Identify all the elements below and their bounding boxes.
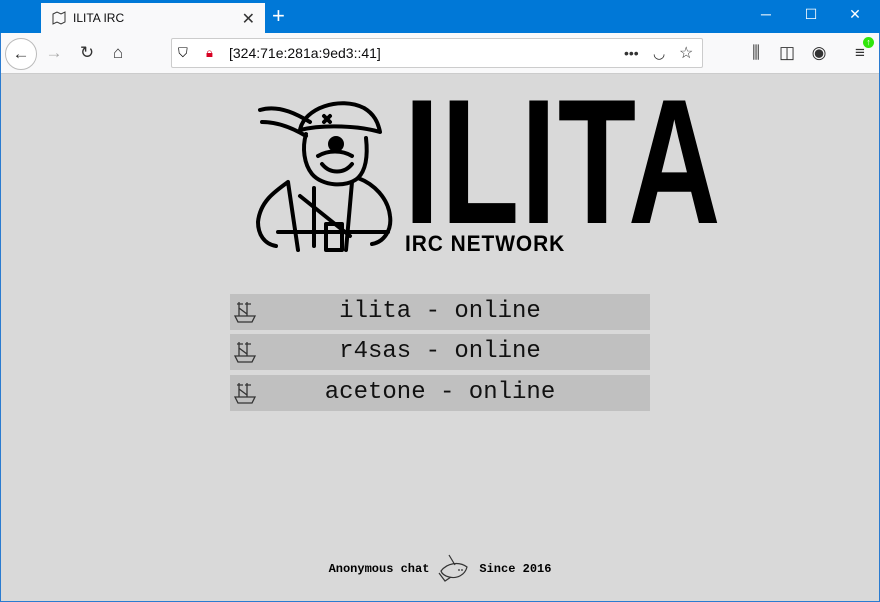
ship-icon [233,300,257,337]
shield-icon[interactable]: ⛉ [178,45,188,61]
server-link-ilita[interactable]: ilita - online [230,294,650,330]
footer-right-text: Since 2016 [479,562,552,576]
shark-icon [438,554,469,582]
server-label[interactable]: acetone - online [325,379,555,406]
server-link-acetone[interactable]: acetone - online [230,375,650,411]
menu-icon[interactable]: ≡ ↑ [848,37,874,65]
url-text[interactable]: [324:71e:281a:9ed3::41] [229,45,381,61]
browser-tab[interactable]: ILITA IRC ✕ [41,3,265,33]
server-label[interactable]: r4sas - online [339,338,541,365]
back-button[interactable]: ← [5,38,37,70]
sidebar-icon[interactable]: ◫ [775,41,799,65]
forward-button[interactable]: → [42,41,66,65]
account-icon[interactable]: ◉ [807,41,831,65]
close-tab-icon[interactable]: ✕ [242,9,255,29]
close-window-button[interactable]: ✕ [840,6,870,23]
bookmark-star-icon[interactable]: ☆ [679,43,693,63]
insecure-lock-icon[interactable]: 🔒︎ [206,45,213,61]
home-button[interactable]: ⌂ [106,41,130,65]
title-bar: ILITA IRC ✕ + ─ ☐ ✕ [0,0,880,33]
server-label[interactable]: ilita - online [339,298,541,325]
logo-subtitle: IRC NETWORK [405,231,566,256]
reload-button[interactable]: ↻ [75,41,99,65]
pirate-logo-image [256,101,393,252]
update-badge-icon: ↑ [863,37,874,48]
ship-icon [233,381,257,418]
library-icon[interactable]: ⫼ [744,41,768,65]
server-link-r4sas[interactable]: r4sas - online [230,334,650,370]
logo-title: ILITA [404,62,723,261]
pocket-icon[interactable]: ◡ [653,45,665,62]
minimize-button[interactable]: ─ [751,6,781,22]
footer: Anonymous chat Since 2016 [0,553,880,585]
map-icon [52,11,66,25]
more-icon[interactable]: ••• [624,45,639,61]
tab-title: ILITA IRC [73,11,125,25]
maximize-button[interactable]: ☐ [796,6,826,23]
ship-icon [233,340,257,377]
footer-left-text: Anonymous chat [328,562,430,576]
new-tab-button[interactable]: + [272,3,285,29]
